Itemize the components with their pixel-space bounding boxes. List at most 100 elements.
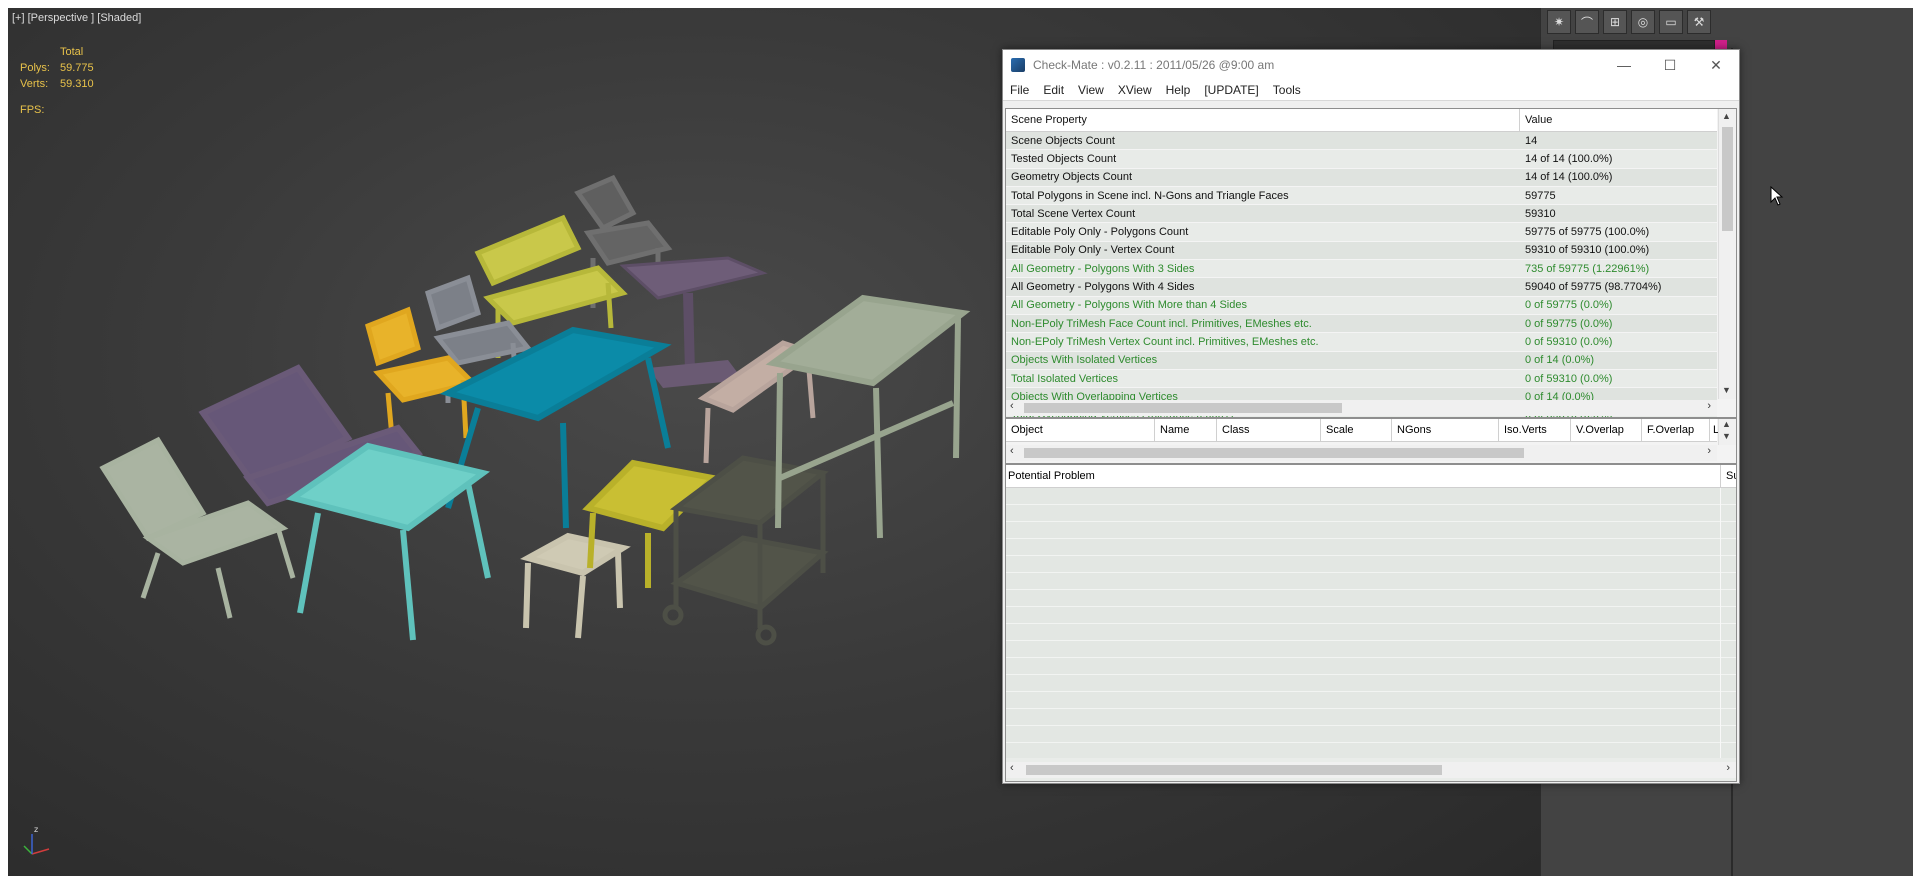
table-row[interactable]: All Geometry - Polygons With More than 4… — [1006, 296, 1717, 315]
problem-grid-empty-rows — [1006, 488, 1736, 758]
utilities-tab-icon[interactable]: ⚒ — [1687, 10, 1711, 34]
value-cell: 14 of 14 (100.0%) — [1525, 152, 1613, 165]
app-icon — [1011, 58, 1025, 72]
scrollbar-thumb — [1026, 765, 1442, 775]
yellow-armchair — [365, 306, 478, 449]
scroll-down-icon: ▼ — [1722, 385, 1731, 395]
menu-tools[interactable]: Tools — [1266, 83, 1308, 97]
menu-help[interactable]: Help — [1159, 83, 1198, 97]
value-cell: 0 of 14 (0.0%) — [1525, 354, 1595, 367]
value-cell: 0 of 59775 (0.0%) — [1525, 317, 1613, 330]
problem-grid-horizontal-scrollbar[interactable]: ‹ › — [1006, 762, 1736, 778]
header-name[interactable]: Name — [1160, 424, 1189, 436]
header-ngons[interactable]: NGons — [1397, 424, 1431, 436]
scene-property-cell: All Geometry - Polygons With More than 4… — [1011, 299, 1247, 312]
checkmate-dialog: Check-Mate : v0.2.11 : 2011/05/26 @9:00 … — [1002, 49, 1740, 784]
menu-edit[interactable]: Edit — [1036, 83, 1071, 97]
header-suggestion[interactable]: Sug — [1726, 470, 1736, 482]
menu-update[interactable]: [UPDATE] — [1197, 83, 1265, 97]
scene-property-cell: Editable Poly Only - Polygons Count — [1011, 226, 1189, 239]
object-grid[interactable]: Object Name Class Scale NGons Iso.Verts … — [1005, 418, 1737, 464]
menu-view[interactable]: View — [1071, 83, 1111, 97]
table-row[interactable]: All Geometry - Polygons With 4 Sides 5904… — [1006, 278, 1717, 297]
create-tab-icon[interactable]: ✷ — [1547, 10, 1571, 34]
scroll-right-icon: › — [1707, 400, 1711, 412]
table-row[interactable]: Editable Poly Only - Vertex Count 59310 o… — [1006, 241, 1717, 261]
header-object[interactable]: Object — [1011, 424, 1043, 436]
object-grid-vertical-scrollbar[interactable]: ▲ ▼ — [1718, 419, 1736, 445]
scene-property-cell: All Geometry - Polygons With 4 Sides — [1011, 281, 1195, 294]
dialog-titlebar[interactable]: Check-Mate : v0.2.11 : 2011/05/26 @9:00 … — [1003, 50, 1739, 80]
value-cell: 59310 — [1525, 207, 1556, 220]
scene-grid-vertical-scrollbar[interactable]: ▲ ▼ — [1718, 109, 1736, 399]
table-row[interactable]: Total Polygons in Scene incl. N-Gons and… — [1006, 186, 1717, 206]
scroll-right-icon: › — [1707, 445, 1711, 457]
header-f-overlap[interactable]: F.Overlap — [1647, 424, 1694, 436]
menu-bar: File Edit View XView Help [UPDATE] Tools — [1003, 80, 1739, 101]
problem-grid-header: Potential Problem Sug — [1006, 465, 1736, 488]
modify-tab-icon[interactable]: ⌒ — [1575, 10, 1599, 34]
scene-property-cell: Non-EPoly TriMesh Vertex Count incl. Pri… — [1011, 335, 1319, 348]
axis-z-label: z — [34, 825, 38, 834]
scrollbar-thumb — [1024, 403, 1342, 413]
dialog-title: Check-Mate : v0.2.11 : 2011/05/26 @9:00 … — [1033, 58, 1275, 72]
close-icon[interactable]: ✕ — [1693, 50, 1739, 80]
header-scale[interactable]: Scale — [1326, 424, 1354, 436]
table-row[interactable]: Tested Objects Count 14 of 14 (100.0%) — [1006, 150, 1717, 169]
object-grid-horizontal-scrollbar[interactable]: ‹ › — [1006, 445, 1717, 461]
value-cell: 735 of 59775 (1.22961%) — [1525, 262, 1650, 275]
table-row[interactable]: Non-EPoly TriMesh Vertex Count incl. Pri… — [1006, 333, 1717, 352]
scene-property-cell: Geometry Objects Count — [1011, 171, 1133, 184]
command-panel-tabs: ✷ ⌒ ⊞ ◎ ▭ ⚒ — [1541, 10, 1711, 34]
scene-property-cell: Non-EPoly TriMesh Face Count incl. Primi… — [1011, 317, 1312, 330]
table-row[interactable]: Scene Objects Count 14 — [1006, 132, 1717, 151]
table-row[interactable]: All Geometry - Polygons With 3 Sides 735 … — [1006, 260, 1717, 279]
value-cell: 0 of 59775 (0.0%) — [1525, 299, 1613, 312]
scene-property-cell: Total Isolated Vertices — [1011, 372, 1119, 385]
table-row[interactable]: Objects With Isolated Vertices 0 of 14 (0… — [1006, 351, 1717, 370]
scene-property-rows: Scene Objects Count 14 Tested Objects Coun… — [1006, 132, 1717, 417]
value-cell: 0 of 59310 (0.0%) — [1525, 335, 1613, 348]
table-row[interactable]: Geometry Objects Count 14 of 14 (100.0%) — [1006, 168, 1717, 187]
scene-property-grid[interactable]: Scene Property Value Scene Objects Count… — [1005, 108, 1737, 418]
minimize-icon[interactable]: — — [1601, 50, 1647, 80]
menu-xview[interactable]: XView — [1111, 83, 1159, 97]
table-row[interactable]: Total Scene Vertex Count 59310 — [1006, 205, 1717, 224]
display-tab-icon[interactable]: ▭ — [1659, 10, 1683, 34]
mouse-cursor-icon — [1770, 186, 1784, 206]
scene-grid-horizontal-scrollbar[interactable]: ‹ › — [1006, 400, 1717, 416]
scene-property-cell: Tested Objects Count — [1011, 152, 1117, 165]
header-iso-verts[interactable]: Iso.Verts — [1504, 424, 1547, 436]
scene-property-cell: Editable Poly Only - Vertex Count — [1011, 244, 1175, 257]
table-row[interactable]: Total Isolated Vertices 0 of 59310 (0.0%) — [1006, 369, 1717, 389]
scroll-down-icon: ▼ — [1722, 431, 1731, 441]
motion-tab-icon[interactable]: ◎ — [1631, 10, 1655, 34]
menu-file[interactable]: File — [1003, 83, 1036, 97]
scene-property-header: Scene Property Value — [1006, 109, 1717, 132]
beige-stool — [520, 532, 631, 639]
scene-property-cell: Scene Objects Count — [1011, 134, 1115, 147]
value-cell: 14 — [1525, 134, 1538, 147]
value-cell: 59310 of 59310 (100.0%) — [1525, 244, 1650, 257]
value-cell: 14 of 14 (100.0%) — [1525, 171, 1613, 184]
table-row[interactable]: Non-EPoly TriMesh Face Count incl. Primi… — [1006, 314, 1717, 334]
value-cell: 59040 of 59775 (98.7704%) — [1525, 281, 1662, 294]
header-scene-property[interactable]: Scene Property — [1011, 114, 1087, 126]
maximize-icon[interactable]: ☐ — [1647, 50, 1693, 80]
potential-problem-grid[interactable]: Potential Problem Sug ‹ › — [1005, 464, 1737, 782]
header-potential-problem[interactable]: Potential Problem — [1008, 470, 1095, 482]
scroll-left-icon: ‹ — [1010, 400, 1014, 412]
scroll-right-icon: › — [1726, 762, 1730, 774]
table-row[interactable]: Editable Poly Only - Polygons Count 59775… — [1006, 223, 1717, 242]
scroll-left-icon: ‹ — [1010, 762, 1014, 774]
scroll-up-icon: ▲ — [1722, 111, 1731, 121]
header-v-overlap[interactable]: V.Overlap — [1576, 424, 1624, 436]
scene-property-cell: All Geometry - Polygons With 3 Sides — [1011, 262, 1195, 275]
scrollbar-thumb — [1722, 127, 1733, 231]
header-class[interactable]: Class — [1222, 424, 1250, 436]
header-value[interactable]: Value — [1525, 114, 1552, 126]
scene-property-cell: Objects With Isolated Vertices — [1011, 354, 1158, 367]
hierarchy-tab-icon[interactable]: ⊞ — [1603, 10, 1627, 34]
scene-property-cell: Total Scene Vertex Count — [1011, 207, 1136, 220]
scroll-up-icon: ▲ — [1722, 419, 1731, 429]
